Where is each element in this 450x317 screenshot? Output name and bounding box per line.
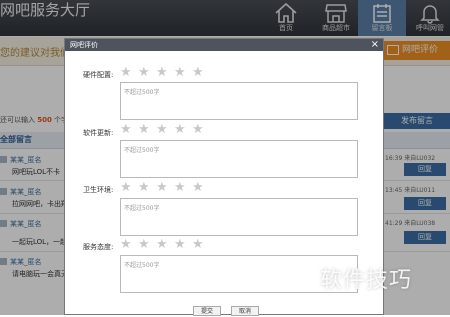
field-label-hygiene: 卫生环境: [83, 186, 114, 194]
star-icon[interactable]: ★ [120, 181, 132, 194]
field-label-software: 软件更新: [83, 129, 114, 137]
star-icon[interactable]: ★ [174, 238, 186, 251]
field-label-service: 服务态度: [83, 243, 114, 251]
software-comment-input[interactable]: 不超过500字 [120, 140, 358, 178]
star-icon[interactable]: ★ [174, 181, 186, 194]
star-rating-service[interactable]: ★ ★ ★ ★ ★ [120, 238, 210, 251]
star-icon[interactable]: ★ [156, 66, 168, 79]
hardware-comment-input[interactable]: 不超过500字 [120, 82, 358, 120]
star-icon[interactable]: ★ [192, 238, 204, 251]
star-icon[interactable]: ★ [120, 123, 132, 136]
star-icon[interactable]: ★ [192, 66, 204, 79]
star-icon[interactable]: ★ [138, 181, 150, 194]
star-icon[interactable]: ★ [138, 66, 150, 79]
hygiene-comment-input[interactable]: 不超过500字 [120, 198, 358, 236]
star-icon[interactable]: ★ [120, 238, 132, 251]
star-rating-software[interactable]: ★ ★ ★ ★ ★ [120, 123, 210, 136]
star-icon[interactable]: ★ [192, 181, 204, 194]
star-icon[interactable]: ★ [156, 181, 168, 194]
star-rating-hardware[interactable]: ★ ★ ★ ★ ★ [120, 66, 210, 79]
watermark: 软件技巧 [320, 268, 413, 293]
star-icon[interactable]: ★ [156, 238, 168, 251]
close-icon[interactable]: × [371, 39, 379, 51]
dialog-title: 网吧评价 [70, 41, 98, 49]
star-icon[interactable]: ★ [174, 66, 186, 79]
star-icon[interactable]: ★ [174, 123, 186, 136]
dialog-header: 网吧评价 × [65, 39, 383, 51]
star-icon[interactable]: ★ [156, 123, 168, 136]
star-icon[interactable]: ★ [120, 66, 132, 79]
star-rating-hygiene[interactable]: ★ ★ ★ ★ ★ [120, 181, 210, 194]
star-icon[interactable]: ★ [192, 123, 204, 136]
star-icon[interactable]: ★ [138, 238, 150, 251]
field-label-hardware: 硬件配置: [83, 71, 114, 79]
star-icon[interactable]: ★ [138, 123, 150, 136]
